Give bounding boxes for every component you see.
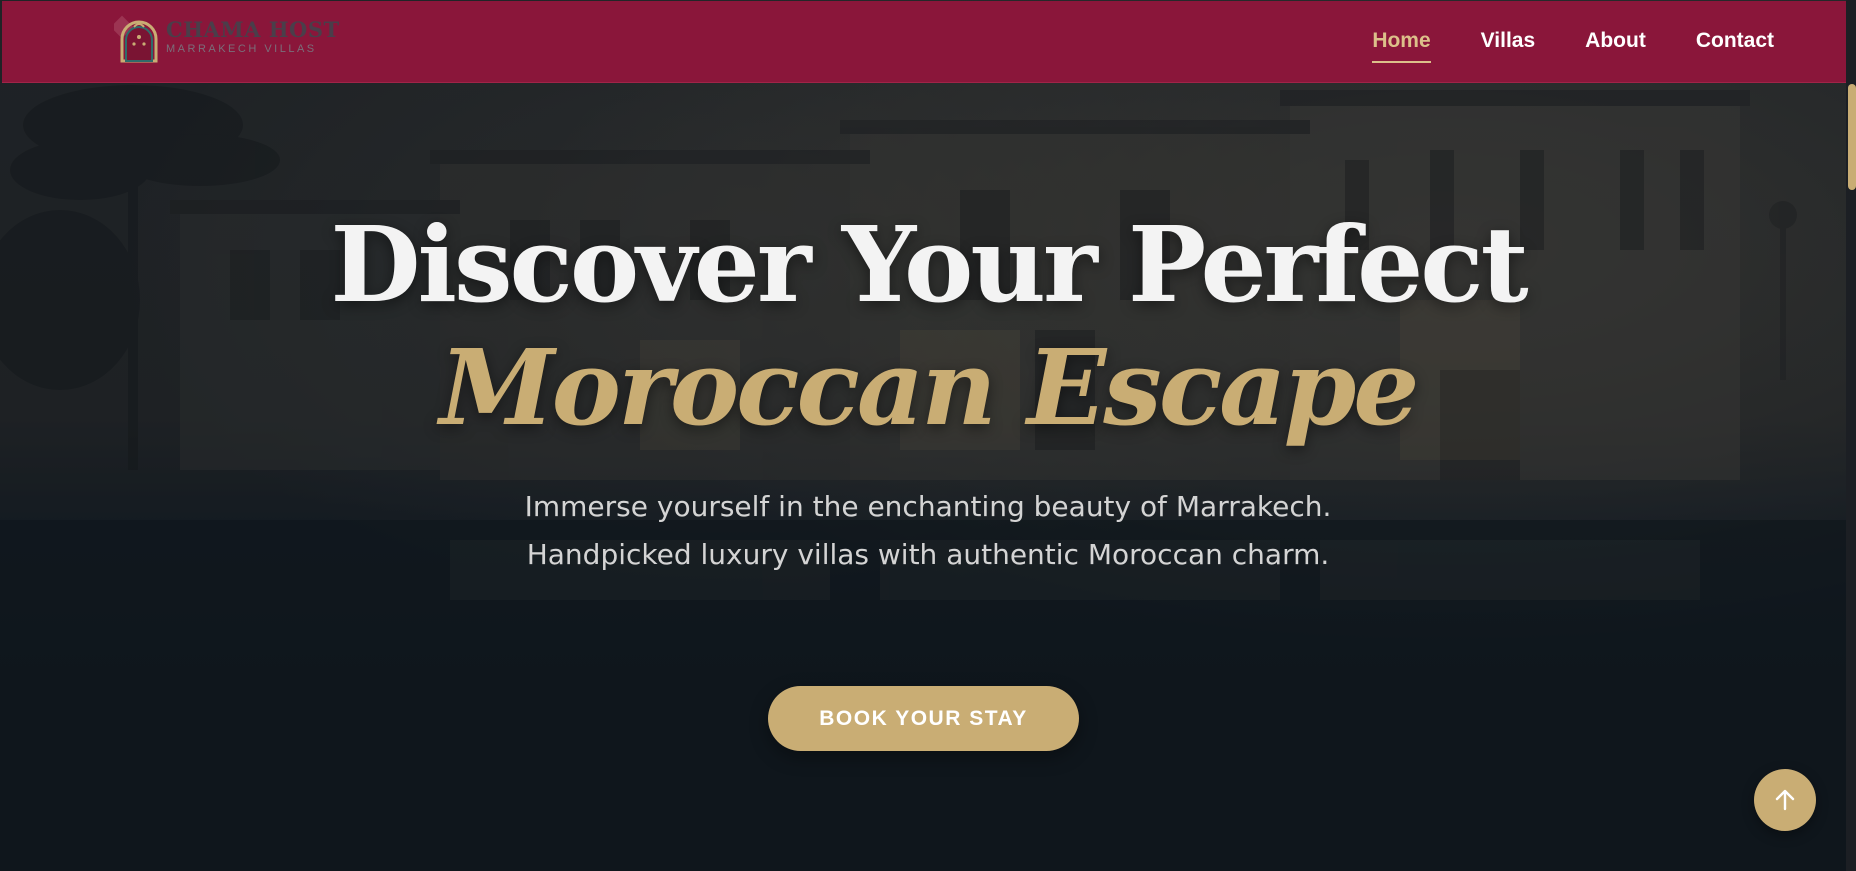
hero-headline-line1: Discover Your Perfect	[330, 203, 1528, 326]
scrollbar-thumb[interactable]	[1848, 84, 1856, 190]
nav-item-about[interactable]: About	[1585, 29, 1646, 59]
nav-item-home[interactable]: Home	[1372, 29, 1432, 63]
brand-logo[interactable]: CHAMA HOST MARRAKECH VILLAS	[114, 15, 340, 65]
page: Discover Your Perfect Moroccan Escape Im…	[0, 0, 1856, 871]
book-your-stay-button[interactable]: BOOK YOUR STAY	[768, 686, 1079, 751]
moroccan-arch-icon	[114, 15, 158, 63]
back-to-top-button[interactable]	[1754, 769, 1816, 831]
hero-subtitle: Immerse yourself in the enchanting beaut…	[524, 490, 1332, 571]
brand-tagline: MARRAKECH VILLAS	[166, 43, 317, 55]
nav-item-contact[interactable]: Contact	[1696, 29, 1774, 59]
nav-item-villas[interactable]: Villas	[1481, 29, 1536, 59]
page-scrollbar[interactable]	[1846, 0, 1856, 871]
site-header: CHAMA HOST MARRAKECH VILLAS Home Villas …	[2, 1, 1846, 83]
hero-headline-line2: Moroccan Escape	[439, 326, 1420, 449]
brand-text: CHAMA HOST MARRAKECH VILLAS	[166, 17, 340, 56]
arrow-up-icon	[1775, 789, 1795, 811]
main-nav: Home Villas About Contact	[1372, 29, 1774, 63]
brand-name: CHAMA HOST	[166, 17, 340, 42]
hero-content: Discover Your Perfect Moroccan Escape Im…	[0, 205, 1856, 579]
